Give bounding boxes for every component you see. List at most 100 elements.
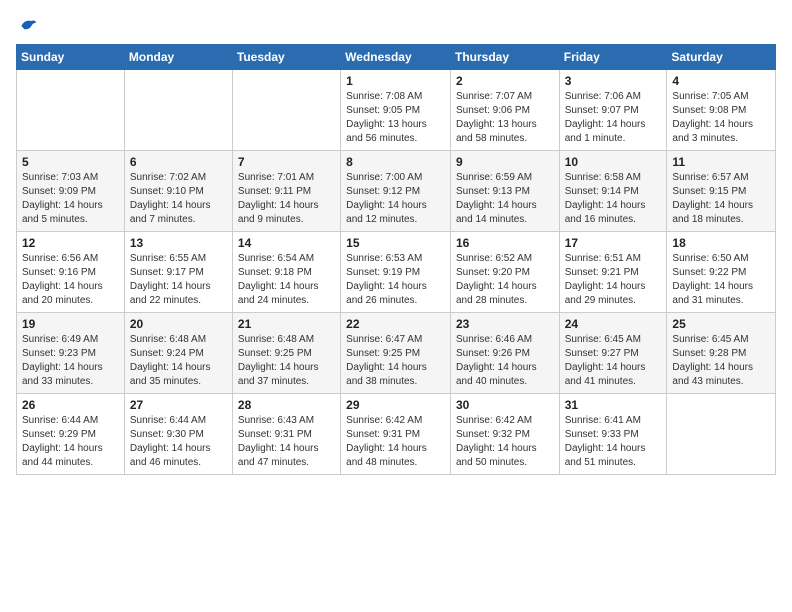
day-number: 10 [565,155,662,169]
day-number: 16 [456,236,554,250]
calendar-cell: 25 Sunrise: 6:45 AM Sunset: 9:28 PM Dayli… [667,313,776,394]
calendar-cell: 10 Sunrise: 6:58 AM Sunset: 9:14 PM Dayli… [559,151,667,232]
day-number: 15 [346,236,445,250]
calendar-cell: 17Sunrise: 6:51 AM Sunset: 9:21 PM Dayli… [559,232,667,313]
day-info: Sunrise: 7:07 AM Sunset: 9:06 PM Dayligh… [456,90,554,146]
day-number: 2 [456,74,554,88]
calendar-cell: 19Sunrise: 6:49 AM Sunset: 9:23 PM Dayli… [17,313,125,394]
day-info: Sunrise: 6:48 AM Sunset: 9:25 PM Dayligh… [238,333,335,389]
calendar-cell: 7Sunrise: 7:01 AM Sunset: 9:11 PM Daylig… [232,151,340,232]
calendar-cell: 15 Sunrise: 6:53 AM Sunset: 9:19 PM Dayli… [341,232,451,313]
day-number: 30 [456,398,554,412]
day-info: Sunrise: 6:42 AM Sunset: 9:31 PM Dayligh… [346,414,445,470]
day-info: Sunrise: 6:57 AM Sunset: 9:15 PM Dayligh… [672,171,770,227]
day-info: Sunrise: 6:56 AM Sunset: 9:16 PM Dayligh… [22,252,119,308]
weekday-header-saturday: Saturday [667,45,776,70]
day-number: 26 [22,398,119,412]
day-number: 28 [238,398,335,412]
day-number: 4 [672,74,770,88]
day-number: 23 [456,317,554,331]
calendar-cell: 3 Sunrise: 7:06 AM Sunset: 9:07 PM Daylig… [559,70,667,151]
day-info: Sunrise: 6:44 AM Sunset: 9:29 PM Dayligh… [22,414,119,470]
day-number: 1 [346,74,445,88]
day-info: Sunrise: 7:08 AM Sunset: 9:05 PM Dayligh… [346,90,445,146]
calendar-cell: 14 Sunrise: 6:54 AM Sunset: 9:18 PM Dayli… [232,232,340,313]
weekday-header-tuesday: Tuesday [232,45,340,70]
calendar-cell: 1 Sunrise: 7:08 AM Sunset: 9:05 PM Daylig… [341,70,451,151]
calendar-cell: 9 Sunrise: 6:59 AM Sunset: 9:13 PM Daylig… [450,151,559,232]
weekday-header-sunday: Sunday [17,45,125,70]
calendar-cell: 16 Sunrise: 6:52 AM Sunset: 9:20 PM Dayli… [450,232,559,313]
logo-bird-icon [18,16,38,36]
day-info: Sunrise: 6:48 AM Sunset: 9:24 PM Dayligh… [130,333,227,389]
day-number: 19 [22,317,119,331]
day-number: 17 [565,236,662,250]
day-info: Sunrise: 6:54 AM Sunset: 9:18 PM Dayligh… [238,252,335,308]
calendar-cell: 4 Sunrise: 7:05 AM Sunset: 9:08 PM Daylig… [667,70,776,151]
day-number: 3 [565,74,662,88]
calendar-week-row: 26 Sunrise: 6:44 AM Sunset: 9:29 PM Dayli… [17,394,776,475]
day-number: 8 [346,155,445,169]
calendar-cell: 28 Sunrise: 6:43 AM Sunset: 9:31 PM Dayli… [232,394,340,475]
day-info: Sunrise: 6:50 AM Sunset: 9:22 PM Dayligh… [672,252,770,308]
day-number: 12 [22,236,119,250]
calendar-cell: 12 Sunrise: 6:56 AM Sunset: 9:16 PM Dayli… [17,232,125,313]
calendar-cell: 11 Sunrise: 6:57 AM Sunset: 9:15 PM Dayli… [667,151,776,232]
day-info: Sunrise: 6:47 AM Sunset: 9:25 PM Dayligh… [346,333,445,389]
calendar-cell: 13 Sunrise: 6:55 AM Sunset: 9:17 PM Dayli… [124,232,232,313]
calendar-cell: 27Sunrise: 6:44 AM Sunset: 9:30 PM Dayli… [124,394,232,475]
weekday-header-monday: Monday [124,45,232,70]
day-number: 7 [238,155,335,169]
calendar-cell: 21Sunrise: 6:48 AM Sunset: 9:25 PM Dayli… [232,313,340,394]
day-number: 18 [672,236,770,250]
day-info: Sunrise: 6:43 AM Sunset: 9:31 PM Dayligh… [238,414,335,470]
logo [16,16,38,36]
day-info: Sunrise: 7:02 AM Sunset: 9:10 PM Dayligh… [130,171,227,227]
calendar-cell: 8 Sunrise: 7:00 AM Sunset: 9:12 PM Daylig… [341,151,451,232]
day-info: Sunrise: 6:52 AM Sunset: 9:20 PM Dayligh… [456,252,554,308]
calendar-cell [124,70,232,151]
day-info: Sunrise: 6:44 AM Sunset: 9:30 PM Dayligh… [130,414,227,470]
day-info: Sunrise: 6:53 AM Sunset: 9:19 PM Dayligh… [346,252,445,308]
weekday-header-thursday: Thursday [450,45,559,70]
day-number: 29 [346,398,445,412]
calendar-cell: 6 Sunrise: 7:02 AM Sunset: 9:10 PM Daylig… [124,151,232,232]
day-number: 25 [672,317,770,331]
calendar-cell: 29 Sunrise: 6:42 AM Sunset: 9:31 PM Dayli… [341,394,451,475]
day-info: Sunrise: 6:46 AM Sunset: 9:26 PM Dayligh… [456,333,554,389]
day-info: Sunrise: 6:45 AM Sunset: 9:28 PM Dayligh… [672,333,770,389]
calendar-cell [667,394,776,475]
calendar-cell: 20Sunrise: 6:48 AM Sunset: 9:24 PM Dayli… [124,313,232,394]
weekday-header-row: SundayMondayTuesdayWednesdayThursdayFrid… [17,45,776,70]
page-header [16,16,776,36]
day-number: 13 [130,236,227,250]
calendar-cell: 31Sunrise: 6:41 AM Sunset: 9:33 PM Dayli… [559,394,667,475]
calendar-table: SundayMondayTuesdayWednesdayThursdayFrid… [16,44,776,475]
day-number: 11 [672,155,770,169]
calendar-cell [232,70,340,151]
day-info: Sunrise: 7:00 AM Sunset: 9:12 PM Dayligh… [346,171,445,227]
day-info: Sunrise: 6:45 AM Sunset: 9:27 PM Dayligh… [565,333,662,389]
calendar-week-row: 12 Sunrise: 6:56 AM Sunset: 9:16 PM Dayli… [17,232,776,313]
day-info: Sunrise: 7:06 AM Sunset: 9:07 PM Dayligh… [565,90,662,146]
day-info: Sunrise: 6:59 AM Sunset: 9:13 PM Dayligh… [456,171,554,227]
day-number: 22 [346,317,445,331]
day-number: 6 [130,155,227,169]
calendar-cell: 30 Sunrise: 6:42 AM Sunset: 9:32 PM Dayli… [450,394,559,475]
calendar-week-row: 5Sunrise: 7:03 AM Sunset: 9:09 PM Daylig… [17,151,776,232]
calendar-cell: 2 Sunrise: 7:07 AM Sunset: 9:06 PM Daylig… [450,70,559,151]
day-number: 5 [22,155,119,169]
calendar-week-row: 19Sunrise: 6:49 AM Sunset: 9:23 PM Dayli… [17,313,776,394]
calendar-cell: 18 Sunrise: 6:50 AM Sunset: 9:22 PM Dayli… [667,232,776,313]
day-number: 31 [565,398,662,412]
day-info: Sunrise: 6:42 AM Sunset: 9:32 PM Dayligh… [456,414,554,470]
calendar-cell [17,70,125,151]
day-info: Sunrise: 6:55 AM Sunset: 9:17 PM Dayligh… [130,252,227,308]
day-number: 14 [238,236,335,250]
day-info: Sunrise: 6:58 AM Sunset: 9:14 PM Dayligh… [565,171,662,227]
calendar-cell: 23 Sunrise: 6:46 AM Sunset: 9:26 PM Dayli… [450,313,559,394]
day-info: Sunrise: 7:05 AM Sunset: 9:08 PM Dayligh… [672,90,770,146]
day-number: 9 [456,155,554,169]
calendar-cell: 22 Sunrise: 6:47 AM Sunset: 9:25 PM Dayli… [341,313,451,394]
weekday-header-friday: Friday [559,45,667,70]
